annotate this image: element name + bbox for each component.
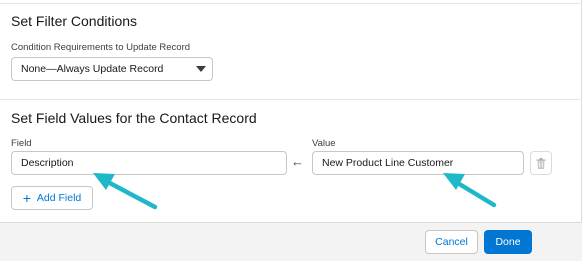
edit-action-panel: Set Filter Conditions Condition Requirem…: [0, 0, 582, 261]
field-values-heading: Set Field Values for the Contact Record: [11, 110, 257, 126]
delete-row-button[interactable]: [530, 151, 552, 175]
value-input-value: New Product Line Customer: [322, 157, 454, 169]
field-input-value: Description: [21, 157, 74, 169]
add-field-button[interactable]: + Add Field: [11, 186, 93, 210]
cancel-button[interactable]: Cancel: [425, 230, 478, 254]
plus-icon: +: [22, 190, 31, 206]
top-divider: [0, 3, 582, 4]
done-button[interactable]: Done: [484, 230, 532, 254]
field-label: Field: [11, 138, 32, 149]
arrow-left-icon: ←: [291, 154, 304, 169]
value-label: Value: [312, 138, 336, 149]
condition-requirements-label: Condition Requirements to Update Record: [11, 42, 191, 53]
add-field-label: Add Field: [36, 192, 82, 204]
field-input[interactable]: Description: [11, 151, 287, 175]
condition-requirements-value: None—Always Update Record: [21, 63, 164, 75]
value-input[interactable]: New Product Line Customer: [312, 151, 524, 175]
condition-requirements-select[interactable]: None—Always Update Record: [11, 57, 213, 81]
section-divider: [0, 99, 582, 100]
chevron-down-icon: [196, 66, 206, 72]
trash-icon: [536, 157, 546, 169]
filter-conditions-heading: Set Filter Conditions: [11, 13, 138, 29]
